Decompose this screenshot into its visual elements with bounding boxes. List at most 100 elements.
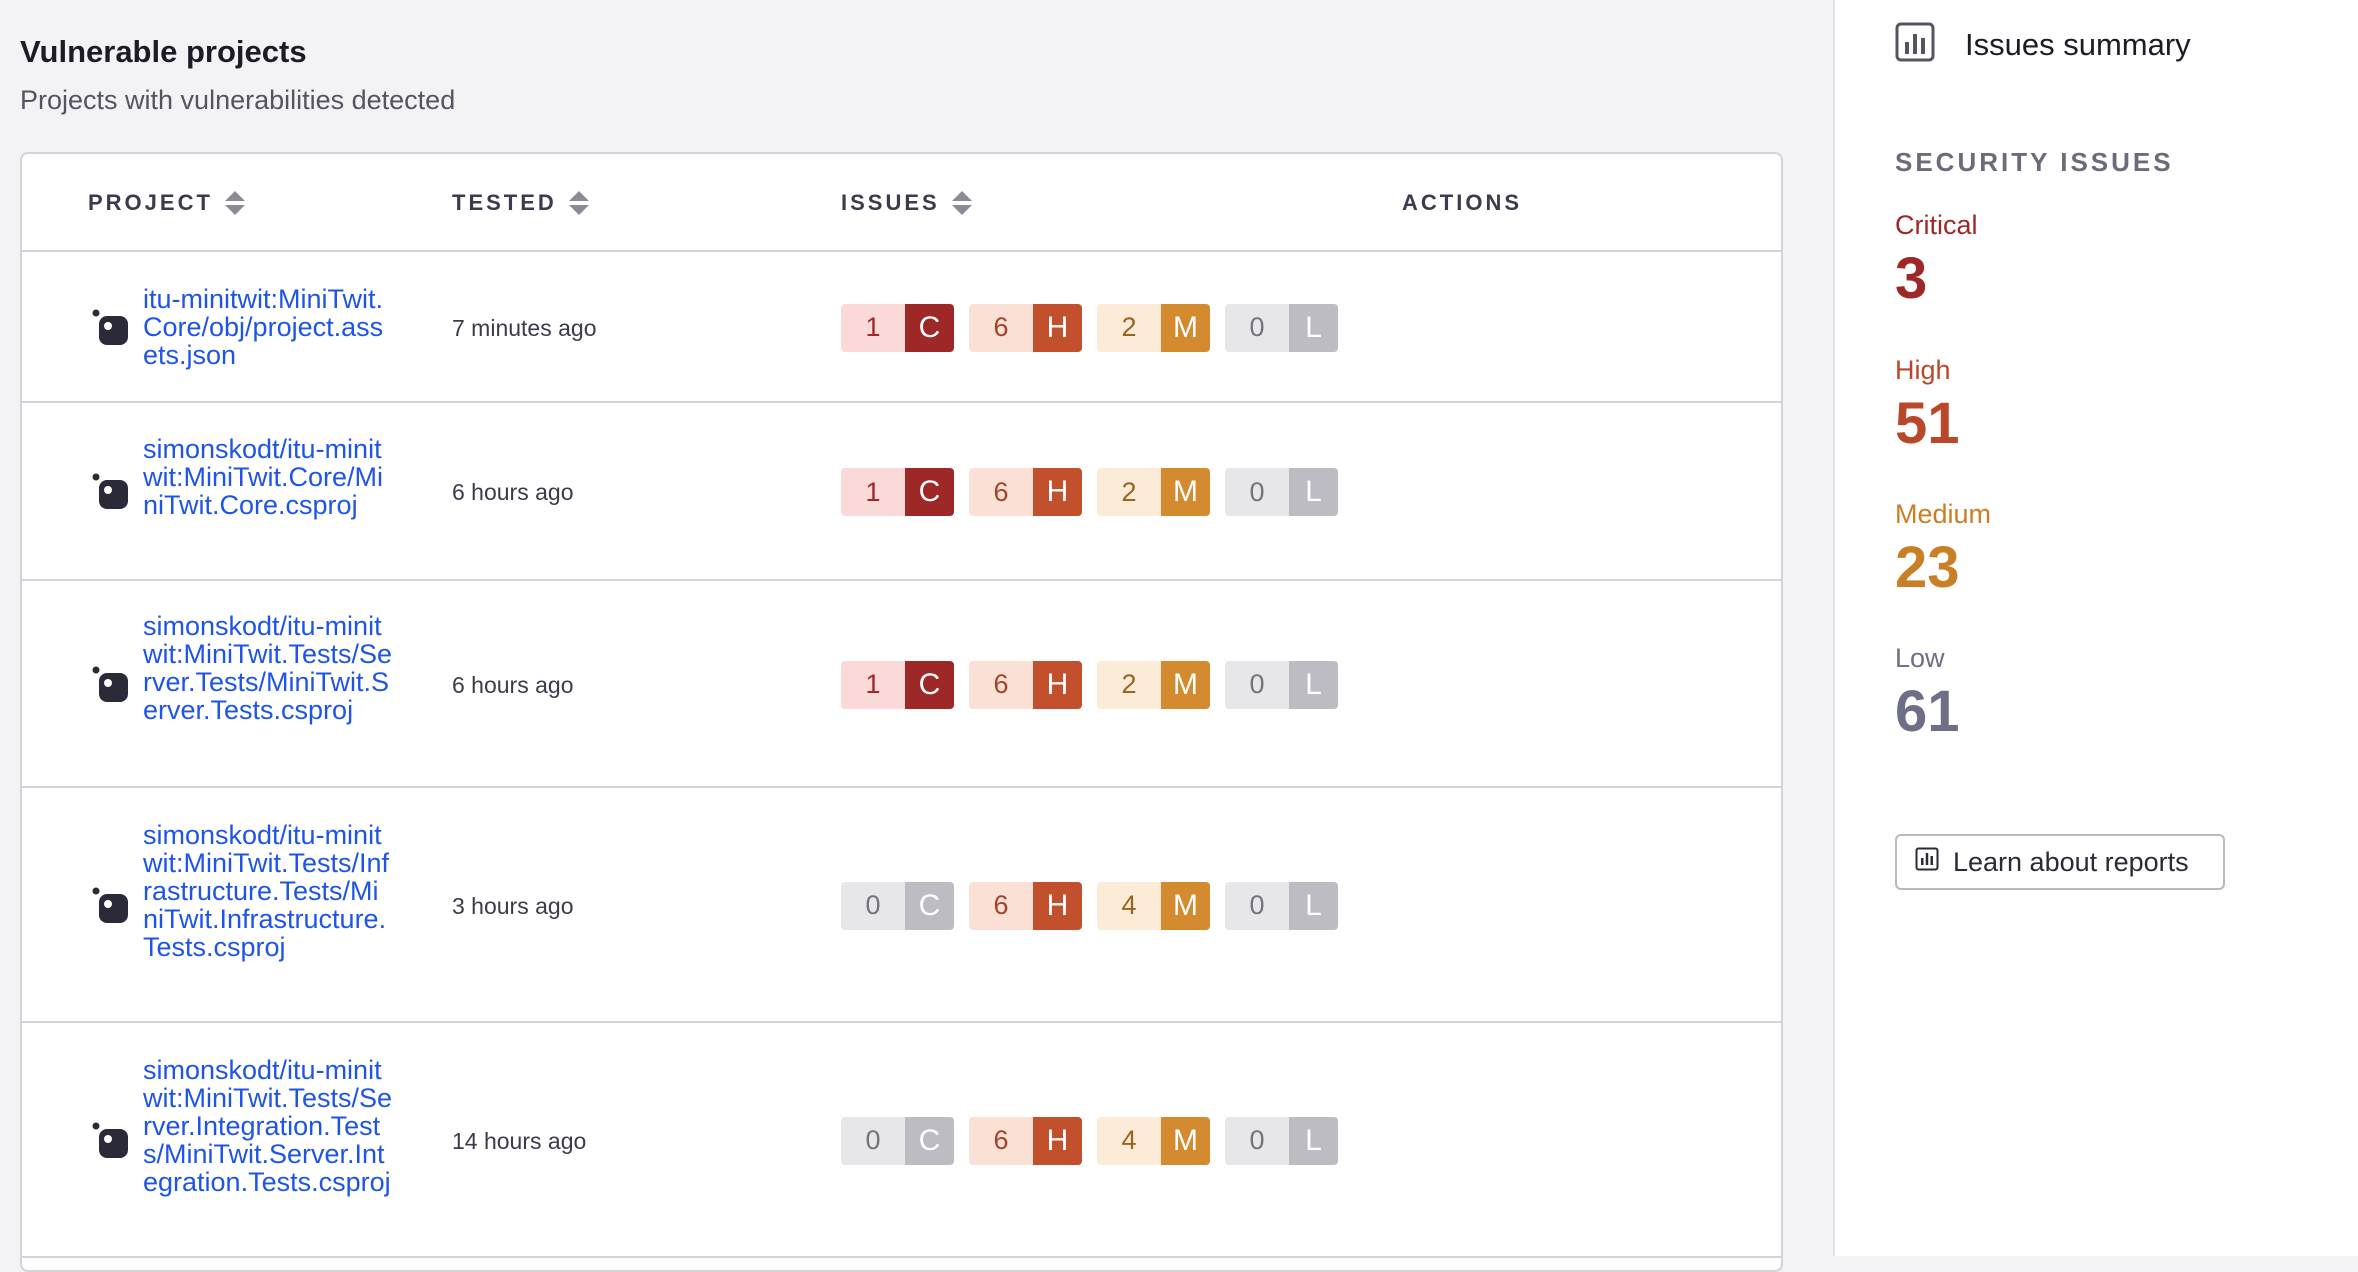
severity-count: 4 xyxy=(1097,1116,1161,1165)
tested-time: 6 hours ago xyxy=(452,671,574,698)
severity-badge-h: 6 H xyxy=(969,881,1082,930)
column-header-tested-label: TESTED xyxy=(452,190,557,215)
project-link[interactable]: simonskodt/itu-minitwit:MiniTwit.Tests/I… xyxy=(143,821,393,961)
column-header-actions-label: ACTIONS xyxy=(1402,190,1522,215)
issue-badges: 0 C 6 H 4 M 0 L xyxy=(841,881,1338,930)
severity-badge-c: 1 C xyxy=(841,660,954,709)
learn-about-reports-button[interactable]: Learn about reports xyxy=(1895,834,2225,890)
severity-letter: L xyxy=(1289,881,1338,930)
severity-count: 1 xyxy=(841,660,905,709)
table-row: simonskodt/itu-minitwit:MiniTwit.Tests/S… xyxy=(22,581,1781,788)
severity-letter: C xyxy=(905,1116,954,1165)
project-link[interactable]: simonskodt/itu-minitwit:MiniTwit.Core/Mi… xyxy=(143,435,393,519)
severity-count: 1 xyxy=(841,303,905,352)
sort-icon[interactable] xyxy=(568,191,589,215)
severity-total-low: 61 xyxy=(1895,679,1960,744)
severity-badge-h: 6 H xyxy=(969,1116,1082,1165)
table-header: PROJECT TESTED ISSUES ACTIONS xyxy=(22,154,1781,252)
project-link[interactable]: simonskodt/itu-minitwit:MiniTwit.Tests/S… xyxy=(143,1056,393,1196)
issue-badges: 1 C 6 H 2 M 0 L xyxy=(841,468,1338,516)
severity-count: 6 xyxy=(969,881,1033,930)
project-link[interactable]: itu-minitwit:MiniTwit.Core/obj/project.a… xyxy=(143,285,393,369)
table-row: itu-minitwit:MiniTwit.Core/obj/project.a… xyxy=(22,252,1781,403)
severity-badge-c: 1 C xyxy=(841,468,954,516)
severity-letter: C xyxy=(905,881,954,930)
main-panel: Vulnerable projects Projects with vulner… xyxy=(0,0,1833,1272)
severity-letter: M xyxy=(1161,660,1210,709)
column-header-project[interactable]: PROJECT xyxy=(88,190,245,216)
page-subtitle: Projects with vulnerabilities detected xyxy=(20,85,456,115)
severity-label-high: High xyxy=(1895,355,1951,385)
severity-count: 2 xyxy=(1097,660,1161,709)
severity-letter: C xyxy=(905,660,954,709)
severity-letter: L xyxy=(1289,1116,1338,1165)
severity-count: 6 xyxy=(969,1116,1033,1165)
column-header-issues-label: ISSUES xyxy=(841,190,940,215)
severity-letter: L xyxy=(1289,468,1338,516)
severity-count: 0 xyxy=(841,881,905,930)
severity-badge-h: 6 H xyxy=(969,660,1082,709)
bar-chart-icon xyxy=(1895,22,1935,67)
severity-badge-c: 0 C xyxy=(841,1116,954,1165)
severity-count: 6 xyxy=(969,303,1033,352)
severity-label-low: Low xyxy=(1895,643,1945,673)
severity-count: 0 xyxy=(1225,660,1289,709)
sort-icon[interactable] xyxy=(224,191,245,215)
sidebar-header: Issues summary xyxy=(1895,22,2191,67)
severity-badge-c: 1 C xyxy=(841,303,954,352)
severity-label-medium: Medium xyxy=(1895,499,1992,529)
severity-badge-m: 2 M xyxy=(1097,468,1210,516)
sort-icon[interactable] xyxy=(951,191,972,215)
page-title: Vulnerable projects xyxy=(20,34,307,69)
severity-letter: L xyxy=(1289,660,1338,709)
issue-badges: 1 C 6 H 2 M 0 L xyxy=(841,660,1338,709)
project-type-icon xyxy=(92,887,130,925)
severity-badge-h: 6 H xyxy=(969,303,1082,352)
issue-badges: 0 C 6 H 4 M 0 L xyxy=(841,1116,1338,1165)
severity-letter: M xyxy=(1161,468,1210,516)
tested-time: 6 hours ago xyxy=(452,479,574,505)
sidebar-title: Issues summary xyxy=(1965,26,2191,62)
severity-letter: H xyxy=(1033,881,1082,930)
severity-count: 0 xyxy=(1225,468,1289,516)
severity-badge-m: 2 M xyxy=(1097,660,1210,709)
column-header-issues[interactable]: ISSUES xyxy=(841,190,972,216)
severity-count: 1 xyxy=(841,468,905,516)
severity-badge-l: 0 L xyxy=(1225,303,1338,352)
severity-badge-m: 2 M xyxy=(1097,303,1210,352)
severity-badge-l: 0 L xyxy=(1225,1116,1338,1165)
severity-label-critical: Critical xyxy=(1895,210,1978,240)
severity-letter: L xyxy=(1289,303,1338,352)
severity-badge-m: 4 M xyxy=(1097,1116,1210,1165)
severity-badge-l: 0 L xyxy=(1225,660,1338,709)
column-header-tested[interactable]: TESTED xyxy=(452,190,589,216)
severity-count: 0 xyxy=(1225,1116,1289,1165)
severity-count: 0 xyxy=(841,1116,905,1165)
severity-badge-l: 0 L xyxy=(1225,468,1338,516)
severity-count: 0 xyxy=(1225,881,1289,930)
severity-letter: M xyxy=(1161,881,1210,930)
severity-count: 6 xyxy=(969,660,1033,709)
project-type-icon xyxy=(92,1122,130,1160)
learn-about-reports-label: Learn about reports xyxy=(1953,846,2189,877)
severity-count: 2 xyxy=(1097,303,1161,352)
severity-letter: M xyxy=(1161,1116,1210,1165)
project-link[interactable]: simonskodt/itu-minitwit:MiniTwit.Tests/S… xyxy=(143,612,393,724)
table-row: simonskodt/itu-minitwit:MiniTwit.Tests/I… xyxy=(22,788,1781,1023)
table-row: simonskodt/itu-minitwit:MiniTwit.Tests/S… xyxy=(22,1023,1781,1258)
severity-badge-l: 0 L xyxy=(1225,881,1338,930)
tested-time: 7 minutes ago xyxy=(452,314,597,341)
severity-letter: H xyxy=(1033,1116,1082,1165)
project-type-icon xyxy=(92,473,130,511)
severity-total-medium: 23 xyxy=(1895,535,1960,600)
security-issues-heading: SECURITY ISSUES xyxy=(1895,147,2174,177)
severity-letter: C xyxy=(905,303,954,352)
severity-count: 0 xyxy=(1225,303,1289,352)
column-header-project-label: PROJECT xyxy=(88,190,213,215)
severity-count: 2 xyxy=(1097,468,1161,516)
severity-letter: H xyxy=(1033,468,1082,516)
issues-summary-sidebar: Issues summary SECURITY ISSUES Critical 3… xyxy=(1833,0,2358,1256)
severity-letter: H xyxy=(1033,660,1082,709)
tested-time: 3 hours ago xyxy=(452,892,574,919)
tested-time: 14 hours ago xyxy=(452,1127,587,1154)
